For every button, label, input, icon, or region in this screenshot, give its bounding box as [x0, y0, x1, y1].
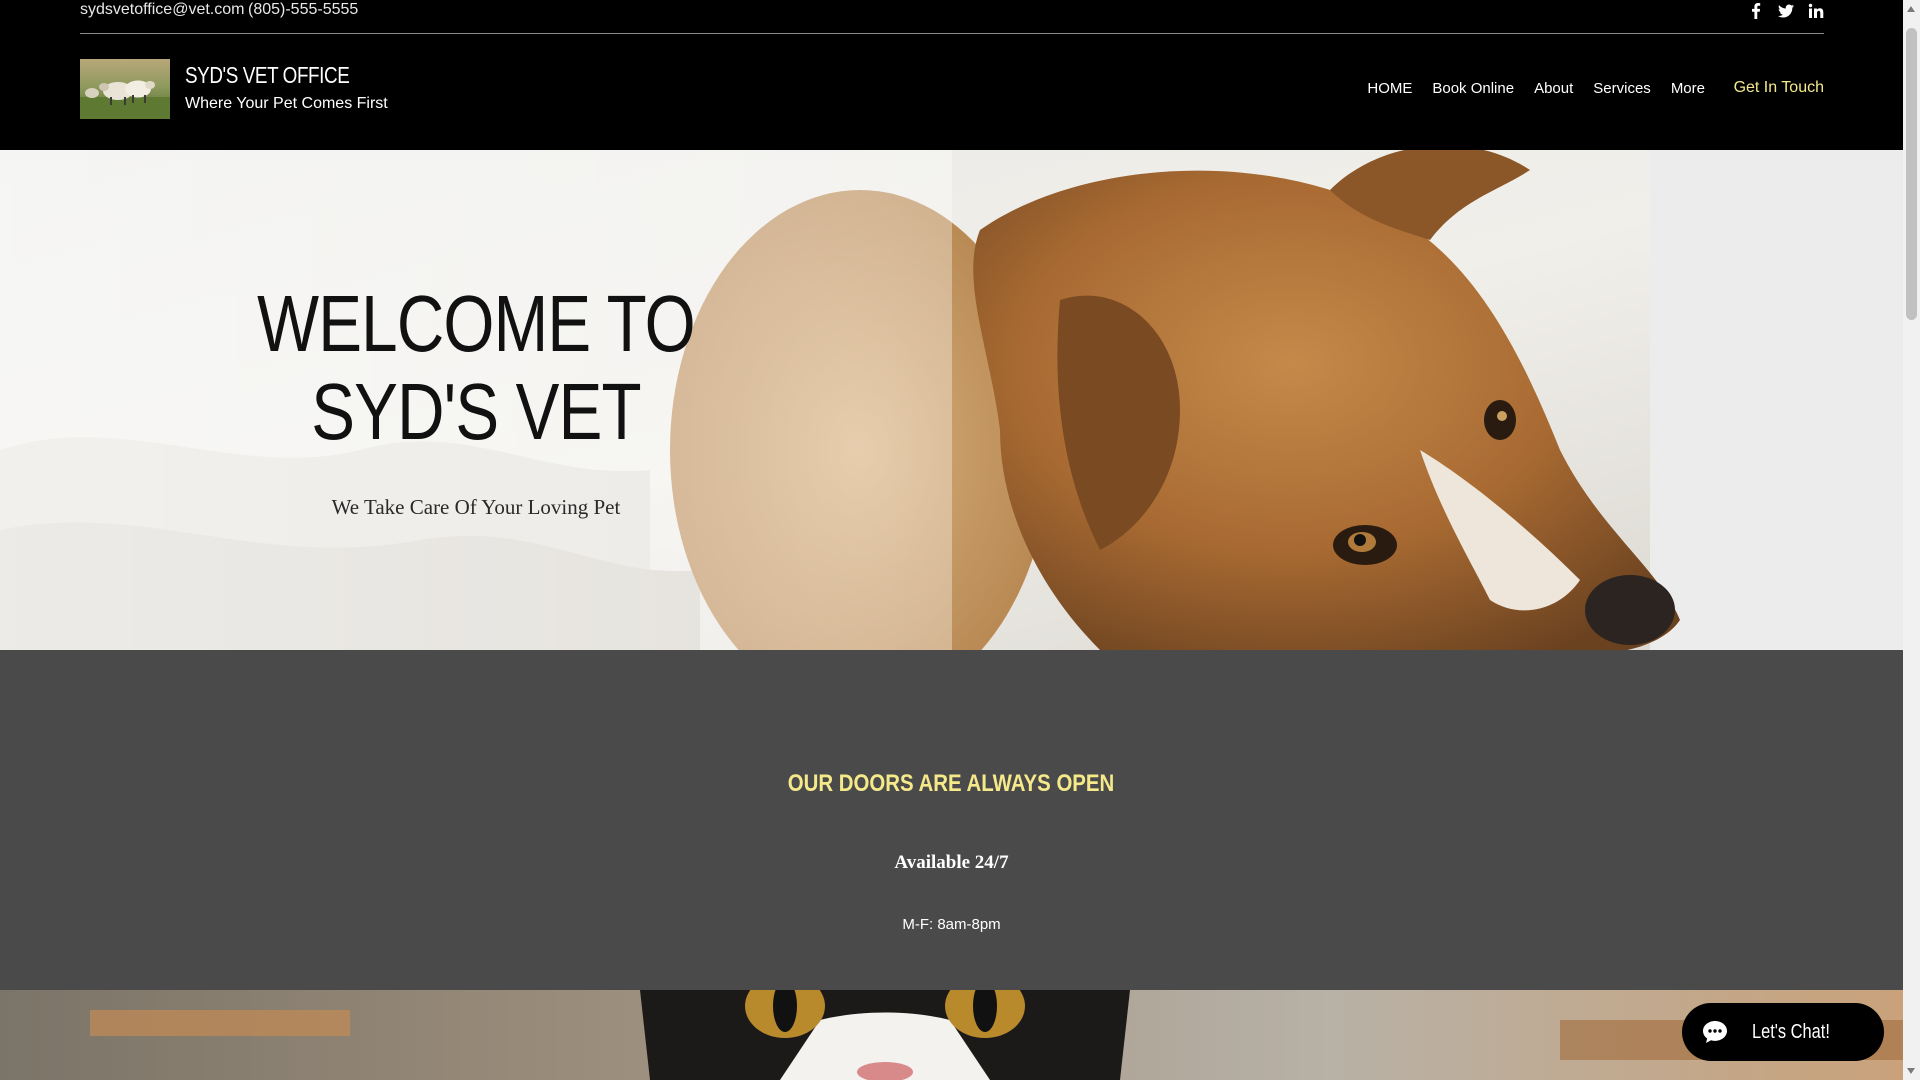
- chat-button[interactable]: Let's Chat!: [1682, 1003, 1884, 1061]
- nav-more[interactable]: More: [1661, 80, 1715, 97]
- brand-name[interactable]: SYD'S VET OFFICE: [185, 62, 350, 89]
- linkedin-icon[interactable]: [1808, 3, 1824, 19]
- contact-email[interactable]: sydsvetoffice@vet.com: [80, 1, 244, 19]
- contact-bar: sydsvetoffice@vet.com (805)-555-5555: [80, 0, 1824, 34]
- page-scrollbar[interactable]: [1903, 0, 1920, 1080]
- hero-title-line-2: SYD'S VET: [311, 367, 641, 456]
- chat-label: Let's Chat!: [1752, 1020, 1830, 1043]
- hero-title-line-1: WELCOME TO: [257, 279, 696, 368]
- site-header: sydsvetoffice@vet.com (805)-555-5555 SYD…: [0, 0, 1903, 150]
- chat-bubble-icon: [1703, 1021, 1727, 1043]
- sheep-logo-icon: [80, 59, 170, 119]
- main-nav: HOME Book Online About Services More: [1357, 80, 1715, 97]
- scroll-thumb[interactable]: [1906, 28, 1917, 320]
- cat-image: [0, 990, 1903, 1080]
- nav-home[interactable]: HOME: [1357, 80, 1422, 97]
- cat-image-section: [0, 990, 1903, 1080]
- hours-section: OUR DOORS ARE ALWAYS OPEN Available 24/7…: [0, 650, 1903, 990]
- nav-book-online[interactable]: Book Online: [1422, 80, 1524, 97]
- scroll-up-icon[interactable]: [1907, 6, 1915, 12]
- hero-subtitle: We Take Care Of Your Loving Pet: [331, 495, 621, 519]
- schedule-text: M-F: 8am-8pm: [902, 916, 1001, 933]
- get-in-touch-button[interactable]: Get In Touch: [1734, 79, 1824, 97]
- contact-phone[interactable]: (805)-555-5555: [248, 1, 358, 19]
- hero-title: WELCOME TO SYD'S VET: [0, 280, 952, 456]
- twitter-icon[interactable]: [1778, 3, 1794, 19]
- hours-heading: OUR DOORS ARE ALWAYS OPEN: [0, 770, 1903, 798]
- hours-heading-text: OUR DOORS ARE ALWAYS OPEN: [788, 770, 1115, 797]
- brand-tagline: Where Your Pet Comes First: [185, 95, 388, 112]
- page: sydsvetoffice@vet.com (805)-555-5555 SYD…: [0, 0, 1920, 1080]
- hero-section: WELCOME TO SYD'S VET We Take Care Of You…: [0, 150, 1903, 650]
- logo-image[interactable]: [80, 59, 170, 119]
- scroll-down-icon[interactable]: [1907, 1068, 1915, 1074]
- social-bar: [1748, 0, 1824, 22]
- nav-about[interactable]: About: [1524, 80, 1583, 97]
- availability-text: Available 24/7: [894, 852, 1009, 873]
- facebook-icon[interactable]: [1748, 3, 1764, 19]
- nav-services[interactable]: Services: [1583, 80, 1661, 97]
